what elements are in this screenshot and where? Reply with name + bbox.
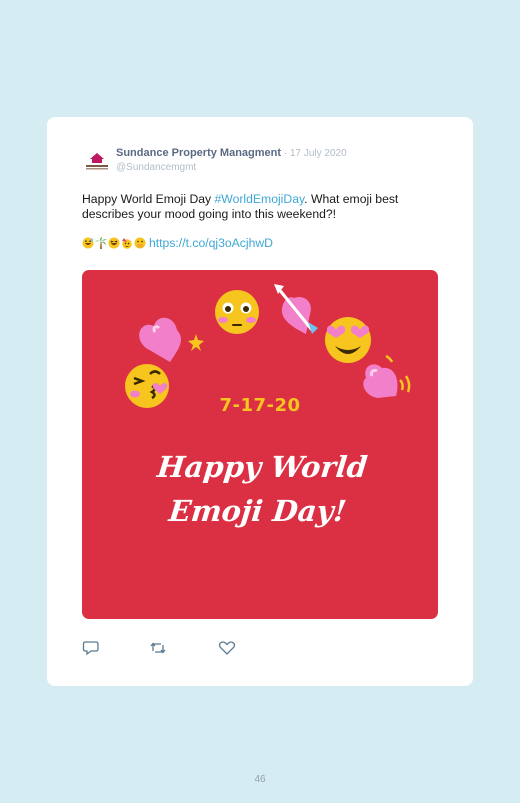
media-date-text: 7-17-20 <box>219 395 301 416</box>
flushed-face-emoji-icon <box>215 290 259 334</box>
meta-separator: · <box>281 148 290 159</box>
author-name[interactable]: Sundance Property Managment <box>116 147 281 159</box>
heart-with-arrow-icon <box>274 284 318 334</box>
grinning-sweat-emoji-icon <box>82 237 94 249</box>
party-emoji-icon <box>122 238 132 249</box>
heart-beating-icon <box>363 354 411 398</box>
palm-tree-icon <box>95 237 107 249</box>
reply-icon[interactable] <box>82 640 100 656</box>
hashtag-link[interactable]: #WorldEmojiDay <box>215 192 305 206</box>
tweet-link[interactable]: https://t.co/qj3oAcjhwD <box>149 236 273 250</box>
laughing-emoji-icon <box>108 237 120 249</box>
author-handle[interactable]: @Sundancemgmt <box>116 161 463 174</box>
media-headline-line: Happy World <box>155 450 370 484</box>
tweet-card: Sundance Property Managment · 17 July 20… <box>47 117 473 686</box>
tweet-text-part: Happy World Emoji Day <box>82 192 215 206</box>
media-headline-line: Emoji Day! <box>167 494 349 528</box>
media-headline: Happy World Emoji Day! <box>82 445 438 533</box>
heart-eyes-emoji-icon <box>325 317 371 363</box>
hand-over-mouth-emoji-icon <box>134 237 146 249</box>
heart-sparkle-icon <box>139 317 204 362</box>
tweet-header: Sundance Property Managment · 17 July 20… <box>116 147 463 174</box>
tweet-media-image[interactable]: 7-17-20 Happy World Emoji Day! <box>82 270 438 619</box>
tweet-date[interactable]: 17 July 2020 <box>290 148 347 159</box>
tweet-text: Happy World Emoji Day #WorldEmojiDay. Wh… <box>82 192 444 222</box>
retweet-icon[interactable] <box>149 640 167 656</box>
emoji-line: https://t.co/qj3oAcjhwD <box>82 235 273 251</box>
avatar[interactable] <box>82 145 112 175</box>
heart-icon[interactable] <box>218 640 236 656</box>
page-number: 46 <box>254 774 266 785</box>
